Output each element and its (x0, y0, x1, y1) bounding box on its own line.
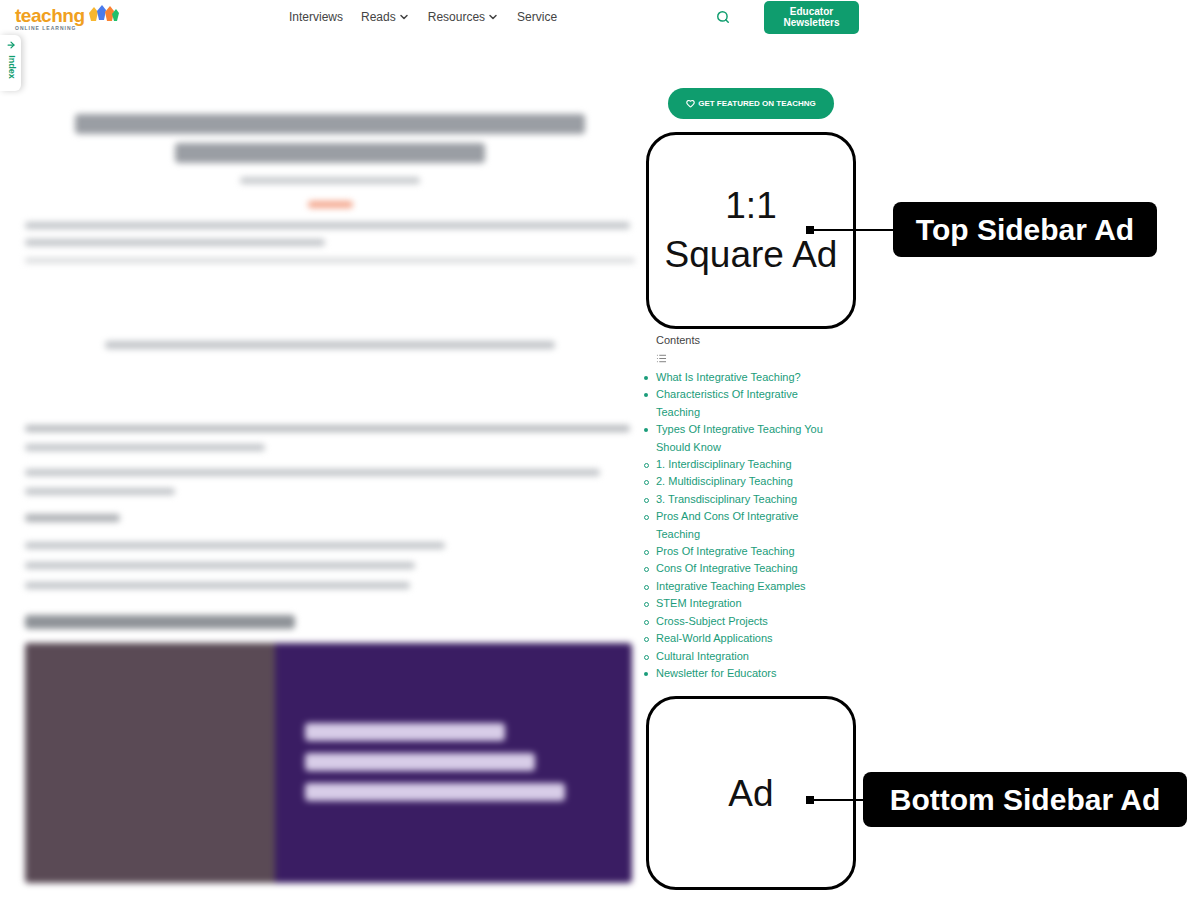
callout-label: Top Sidebar Ad (893, 202, 1157, 257)
callout-dot (806, 796, 814, 804)
article-video-frame (25, 643, 632, 883)
bullet-disc (644, 672, 648, 676)
callout-label: Bottom Sidebar Ad (863, 772, 1187, 827)
contents-item[interactable]: What Is Integrative Teaching? (643, 369, 836, 386)
bullet-disc (644, 428, 648, 432)
contents-item[interactable]: 2. Multidisciplinary Teaching (643, 473, 836, 490)
contents-item[interactable]: Integrative Teaching Examples (643, 578, 836, 595)
index-label: Index (4, 55, 18, 79)
callout-line (814, 229, 893, 231)
contents-item[interactable]: Cons Of Integrative Teaching (643, 560, 836, 577)
nav-item[interactable]: Resources (428, 8, 499, 26)
bullet-circle (644, 463, 649, 468)
nav-item[interactable]: Reads (361, 8, 410, 26)
contents-item[interactable]: Newsletter for Educators (643, 665, 836, 682)
search-icon[interactable] (716, 10, 730, 24)
contents-item[interactable]: Cross-Subject Projects (643, 613, 836, 630)
contents-item[interactable]: Characteristics Of Integrative Teaching (643, 386, 836, 421)
top-sidebar-ad[interactable]: 1:1Square Ad (646, 132, 856, 329)
nav-item[interactable]: Service (517, 8, 557, 26)
annotation-callout: Bottom Sidebar Ad (806, 772, 1187, 827)
contents-item[interactable]: Pros Of Integrative Teaching (643, 543, 836, 560)
contents-item[interactable]: Types Of Integrative Teaching You Should… (643, 421, 836, 456)
article-blurred (0, 34, 646, 890)
contents-item[interactable]: Cultural Integration (643, 648, 836, 665)
site-header: teachngONLINE LEARNINGInterviews Reads Res… (0, 0, 1200, 34)
sidebar: GET FEATURED ON TEACHNG1:1Square AdConte… (646, 34, 856, 890)
hands-logo-icon (86, 3, 120, 25)
newsletter-button[interactable]: Educator Newsletters (764, 1, 859, 34)
nav-item[interactable]: Interviews (289, 8, 343, 26)
index-tab[interactable]: Index (0, 35, 21, 91)
page: teachngONLINE LEARNINGInterviews Reads Res… (0, 0, 1200, 900)
bullet-circle (644, 567, 649, 572)
bullet-circle (644, 637, 649, 642)
chevron-down-icon (398, 11, 410, 23)
list-toggle-icon[interactable] (656, 353, 667, 364)
contents-item[interactable]: Pros And Cons Of Integrative Teaching (643, 508, 836, 543)
bullet-circle (644, 515, 649, 520)
bullet-disc (644, 393, 648, 397)
contents-title: Contents (656, 332, 856, 348)
chevron-down-icon (487, 11, 499, 23)
logo-tagline: ONLINE LEARNING (15, 26, 289, 31)
bullet-circle (644, 585, 649, 590)
bullet-circle (644, 480, 649, 485)
bullet-disc (644, 376, 648, 380)
bullet-circle (644, 602, 649, 607)
logo-name: teachng (15, 6, 85, 25)
bullet-circle (644, 550, 649, 555)
get-featured-button[interactable]: GET FEATURED ON TEACHNG (668, 88, 834, 119)
ad-ratio: 1:1 (725, 182, 776, 230)
contents-item[interactable]: STEM Integration (643, 595, 836, 612)
ad-label: Ad (728, 766, 773, 822)
bullet-circle (644, 655, 649, 660)
bottom-sidebar-ad[interactable]: Ad (646, 696, 856, 890)
callout-line (814, 799, 863, 801)
table-of-contents: Contents What Is Integrative Teaching?Cha… (646, 332, 856, 682)
annotation-callout: Top Sidebar Ad (806, 202, 1157, 257)
main-nav: Interviews Reads Resources Service (289, 8, 709, 26)
logo[interactable]: teachngONLINE LEARNING (0, 3, 289, 31)
bullet-circle (644, 498, 649, 503)
callout-dot (806, 226, 814, 234)
contents-item[interactable]: 1. Interdisciplinary Teaching (643, 456, 836, 473)
ad-label: Square Ad (665, 231, 838, 279)
bullet-circle (644, 620, 649, 625)
heart-icon (686, 99, 695, 108)
arrow-right-icon (6, 40, 16, 50)
contents-item[interactable]: Real-World Applications (643, 630, 836, 647)
contents-item[interactable]: 3. Transdisciplinary Teaching (643, 491, 836, 508)
